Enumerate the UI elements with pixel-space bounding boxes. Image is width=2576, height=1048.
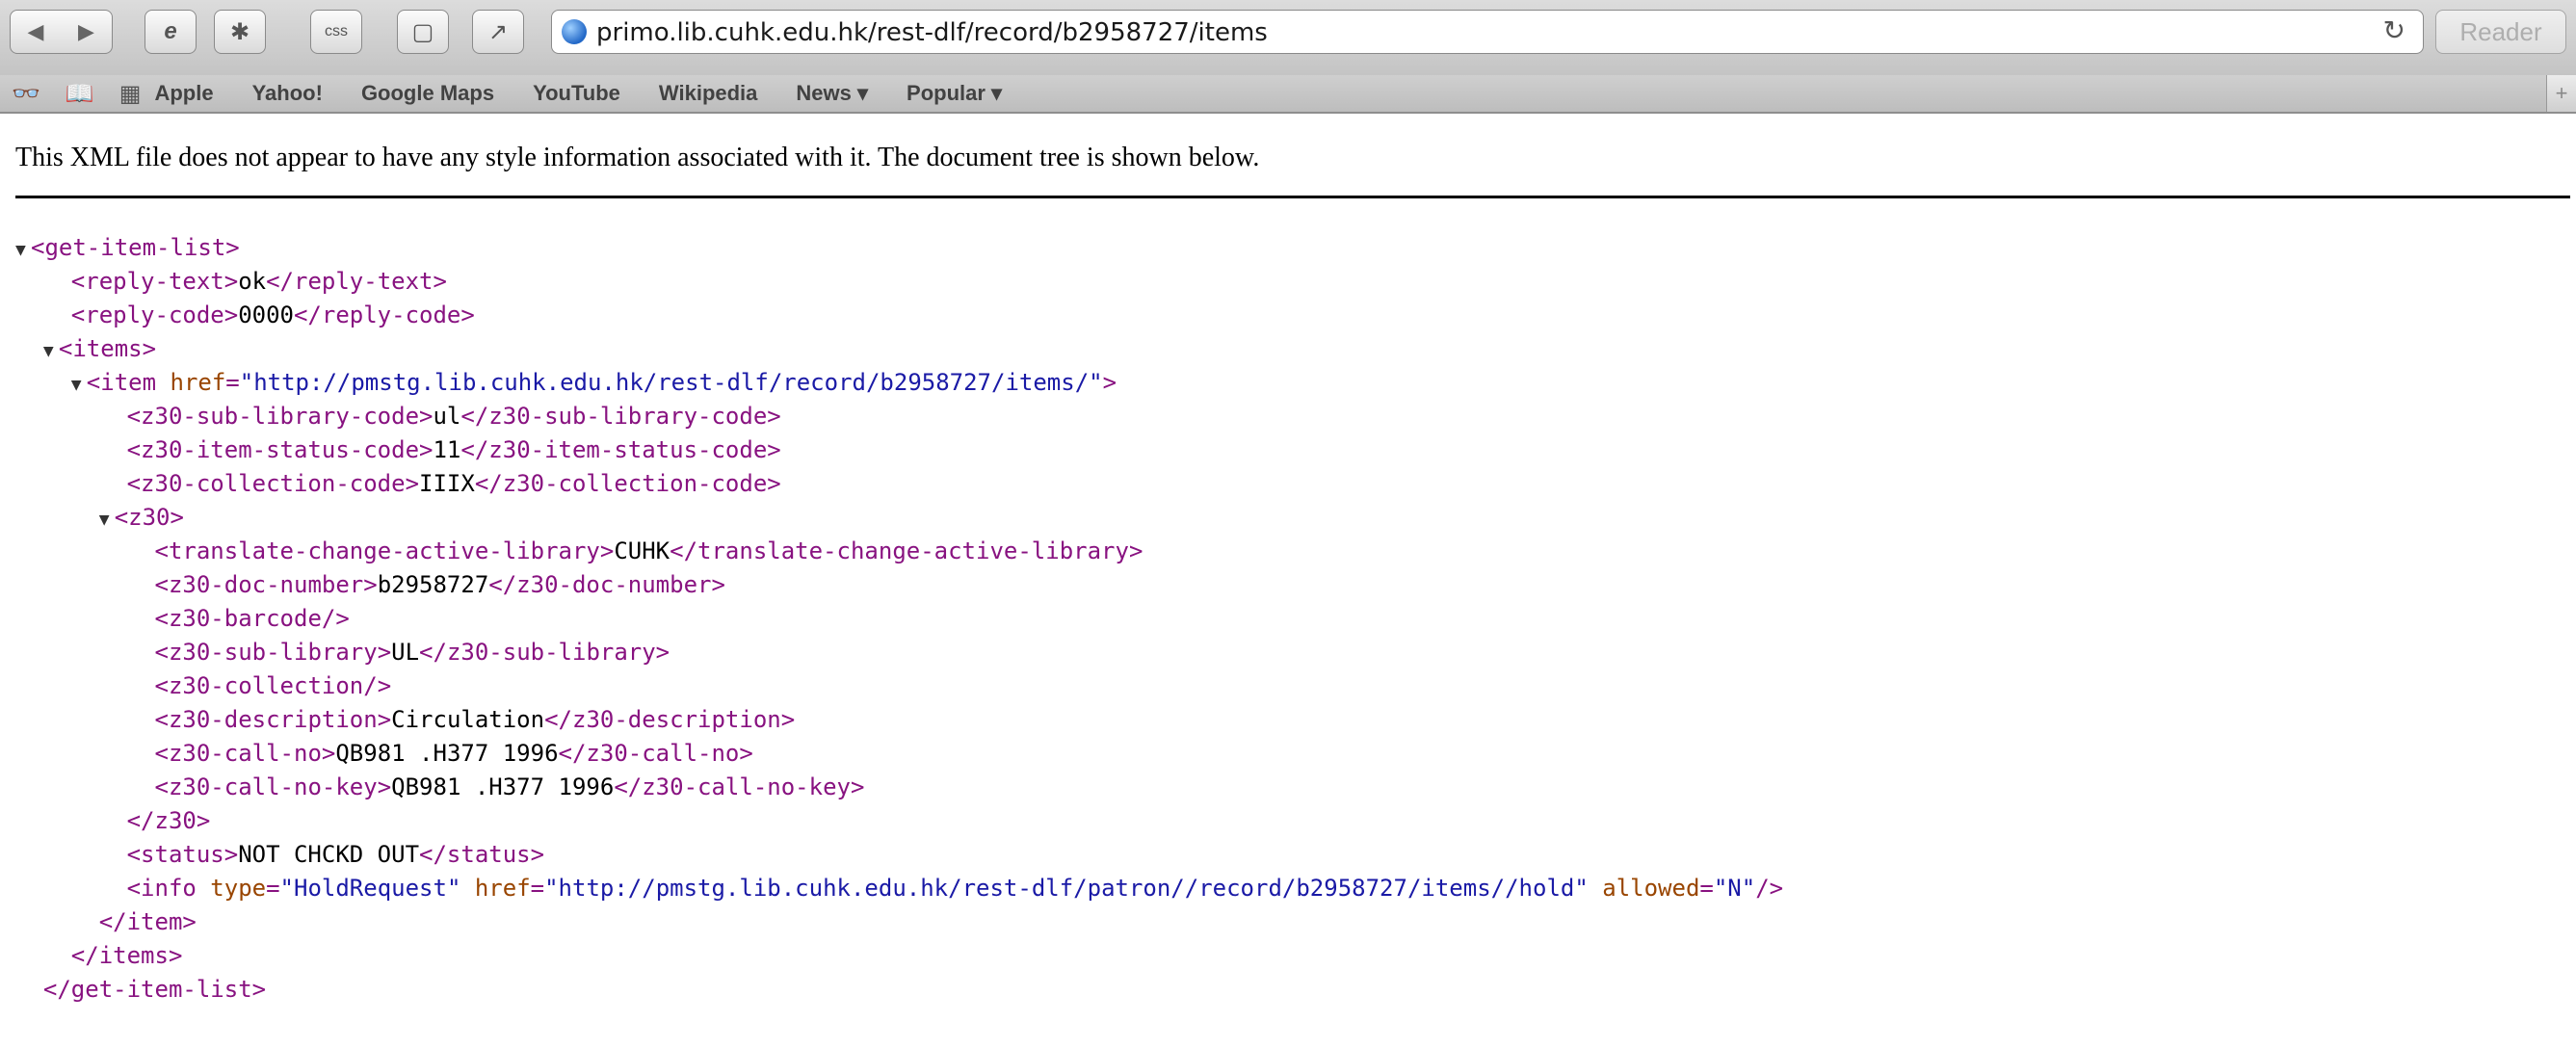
browser-toolbar: ◀ ▶ e ✱ css ▢ ↗ primo.lib.cuhk.edu.hk/re… (0, 0, 2576, 75)
bookmark-yahoo[interactable]: Yahoo! (252, 81, 323, 106)
css-icon: css (325, 23, 348, 39)
collapse-triangle-icon[interactable]: ▼ (43, 334, 59, 368)
reading-list-icon[interactable]: 👓 (12, 80, 40, 108)
collapse-triangle-icon[interactable]: ▼ (99, 503, 115, 537)
xml-line: <z30-barcode/> (154, 605, 350, 632)
xml-line: <translate-change-active-library>CUHK</t… (154, 537, 1143, 564)
bug-icon: ✱ (229, 18, 250, 45)
share-button[interactable]: ↗ (472, 10, 524, 54)
xml-line: <reply-text>ok</reply-text> (70, 268, 447, 295)
xml-document-tree: ▼ <get-item-list> <reply-text>ok</reply-t… (15, 231, 1783, 1007)
url-text[interactable]: primo.lib.cuhk.edu.hk/rest-dlf/record/b2… (596, 18, 1268, 47)
globe-icon (562, 19, 587, 44)
collapse-triangle-icon[interactable]: ▼ (71, 368, 87, 402)
xml-line: </items> (70, 942, 183, 969)
xml-line: <status>NOT CHCKD OUT</status> (126, 841, 545, 868)
xml-line: <z30-item-status-code>11</z30-item-statu… (126, 436, 781, 463)
xml-line: <info type="HoldRequest" href="http://pm… (126, 875, 1784, 902)
back-button[interactable]: ◀ (10, 10, 62, 54)
forward-arrow-icon: ▶ (78, 19, 94, 43)
xml-line: ▼ <items> (15, 332, 1783, 366)
bookmark-google-maps[interactable]: Google Maps (361, 81, 494, 106)
xml-line: </z30> (126, 807, 211, 834)
back-arrow-icon: ◀ (27, 19, 44, 43)
reader-button[interactable]: Reader (2435, 10, 2566, 54)
xml-line: ▼ <z30> (15, 501, 1783, 535)
bug-button[interactable]: ✱ (214, 10, 266, 54)
collapse-triangle-icon[interactable]: ▼ (15, 233, 31, 267)
bookmarks-bar: 👓 📖 ▦ Apple Yahoo! Google Maps YouTube W… (0, 75, 2576, 114)
xml-line: <z30-description>Circulation</z30-descri… (154, 706, 796, 733)
xml-line: <reply-code>0000</reply-code> (70, 301, 475, 328)
forward-button[interactable]: ▶ (61, 10, 113, 54)
tab-view-icon: ▢ (411, 18, 434, 45)
bookmark-youtube[interactable]: YouTube (533, 81, 620, 106)
xml-line: <z30-call-no-key>QB981 .H377 1996</z30-c… (154, 773, 865, 800)
reload-icon[interactable]: ↻ (2383, 14, 2405, 46)
xml-line: ▼ <get-item-list> (15, 231, 1783, 265)
xml-line: <z30-call-no>QB981 .H377 1996</z30-call-… (154, 740, 753, 767)
address-bar[interactable]: primo.lib.cuhk.edu.hk/rest-dlf/record/b2… (551, 10, 2424, 54)
xml-line: <z30-collection-code>IIIX</z30-collectio… (126, 470, 781, 497)
css-button[interactable]: css (310, 10, 362, 54)
add-bookmark-button[interactable]: + (2546, 75, 2576, 112)
xml-line: </get-item-list> (42, 976, 267, 1003)
bookmarks-book-icon[interactable]: 📖 (66, 80, 94, 108)
share-icon: ↗ (487, 18, 509, 45)
top-sites-grid-icon[interactable]: ▦ (119, 80, 142, 108)
bookmark-news-menu[interactable]: News ▾ (796, 81, 868, 106)
bookmark-wikipedia[interactable]: Wikipedia (659, 81, 758, 106)
xml-line: <z30-collection/> (154, 672, 392, 699)
xml-line: <z30-doc-number>b2958727</z30-doc-number… (154, 571, 725, 598)
bookmark-apple[interactable]: Apple (154, 81, 213, 106)
xml-line: <z30-sub-library>UL</z30-sub-library> (154, 639, 670, 666)
xml-style-notice: This XML file does not appear to have an… (15, 143, 1260, 172)
plus-icon: + (2555, 81, 2568, 105)
bookmark-popular-menu[interactable]: Popular ▾ (907, 81, 1002, 106)
internet-explorer-button[interactable]: e (145, 10, 197, 54)
xml-line: </item> (98, 908, 197, 935)
notice-divider (15, 196, 2570, 198)
tab-view-button[interactable]: ▢ (397, 10, 449, 54)
ie-icon: e (164, 18, 177, 44)
xml-line: ▼ <item href="http://pmstg.lib.cuhk.edu.h… (15, 366, 1783, 400)
xml-line: <z30-sub-library-code>ul</z30-sub-librar… (126, 403, 781, 430)
